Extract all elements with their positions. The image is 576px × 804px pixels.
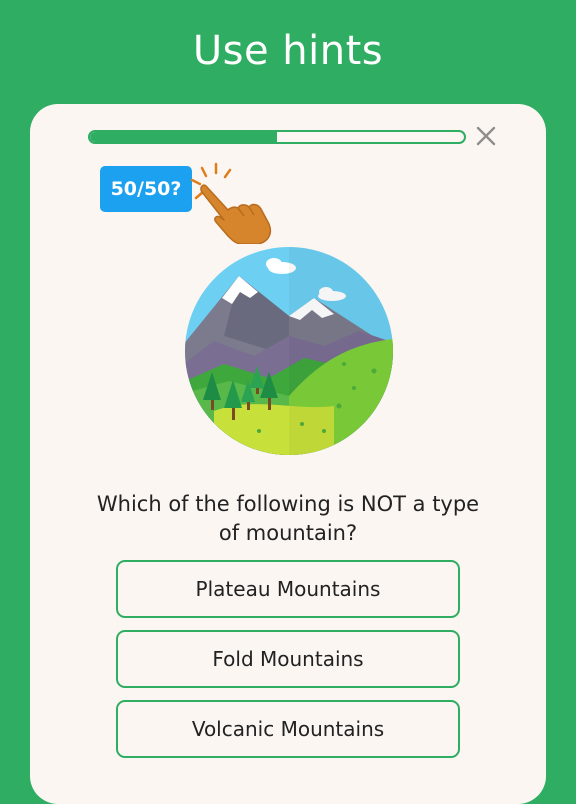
progress-bar-fill xyxy=(90,132,277,142)
quiz-card: 50/50? Which of the following is NOT a t… xyxy=(30,104,546,804)
question-text: Which of the following is NOT a type of … xyxy=(96,492,480,545)
answer-option-2[interactable]: Fold Mountains xyxy=(116,630,460,688)
answer-option-3[interactable]: Volcanic Mountains xyxy=(116,700,460,758)
close-button[interactable] xyxy=(474,124,498,148)
progress-bar xyxy=(88,130,466,144)
answer-option-1[interactable]: Plateau Mountains xyxy=(116,560,460,618)
mountain-landscape-image xyxy=(185,247,393,455)
tapping-hand-icon xyxy=(190,162,272,244)
close-icon xyxy=(476,126,496,146)
page-headline: Use hints xyxy=(192,28,384,74)
